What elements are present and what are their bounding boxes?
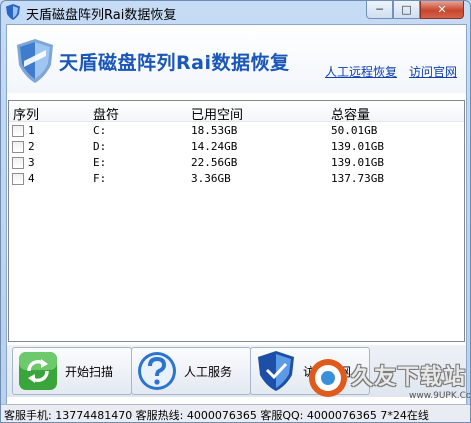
maximize-button[interactable]: □	[393, 1, 420, 19]
row-used: 3.36GB	[191, 172, 231, 185]
row-used: 14.24GB	[191, 140, 238, 153]
shield-icon	[6, 4, 20, 20]
disk-list[interactable]: 序列 盘符 已用空间 总容量 1 C: 18.53GB 50.01GB 2 D:…	[8, 100, 465, 342]
table-row[interactable]: 3 E: 22.56GB 139.01GB	[9, 155, 464, 171]
row-total: 137.73GB	[331, 172, 384, 185]
row-drive: E:	[93, 156, 107, 169]
column-header-total[interactable]: 总容量	[331, 104, 370, 123]
manual-service-label: 人工服务	[184, 365, 233, 379]
window-controls: ─ □ ✕	[366, 1, 464, 19]
official-site-link[interactable]: 访问官网	[409, 63, 457, 80]
row-total: 139.01GB	[331, 140, 384, 153]
title-bar[interactable]: 天盾磁盘阵列Rai数据恢复 ─ □ ✕	[1, 1, 470, 23]
row-total: 139.01GB	[331, 156, 384, 169]
minimize-button[interactable]: ─	[366, 1, 393, 19]
shield-logo-icon	[17, 39, 53, 83]
contact-info-text: 客服手机: 13774481470 客服热线: 4000076365 客服QQ:…	[4, 409, 429, 422]
row-used: 18.53GB	[191, 124, 238, 137]
row-checkbox[interactable]	[12, 157, 24, 169]
brand-title: 天盾磁盘阵列Rai数据恢复	[59, 52, 290, 74]
disk-list-header: 序列 盘符 已用空间 总容量	[9, 101, 464, 123]
row-drive: C:	[93, 124, 107, 137]
row-checkbox[interactable]	[12, 141, 24, 153]
row-drive: D:	[93, 140, 107, 153]
row-used: 22.56GB	[191, 156, 238, 169]
row-index: 2	[28, 140, 35, 153]
watermark-text: 久友下载站	[351, 365, 467, 390]
row-checkbox[interactable]	[12, 173, 24, 185]
row-drive: F:	[93, 172, 107, 185]
table-row[interactable]: 1 C: 18.53GB 50.01GB	[9, 123, 464, 139]
start-scan-button[interactable]: 开始扫描	[12, 347, 132, 395]
column-header-used[interactable]: 已用空间	[191, 104, 243, 123]
table-row[interactable]: 2 D: 14.24GB 139.01GB	[9, 139, 464, 155]
start-scan-label: 开始扫描	[65, 365, 114, 379]
column-header-index[interactable]: 序列	[13, 104, 39, 123]
site-watermark: 久友下载站 www.9UPK.Com	[299, 353, 471, 407]
table-row[interactable]: 4 F: 3.36GB 137.73GB	[9, 171, 464, 187]
manual-service-button[interactable]: 人工服务	[131, 347, 251, 395]
row-checkbox[interactable]	[12, 125, 24, 137]
shield-icon	[258, 351, 294, 391]
column-header-drive[interactable]: 盘符	[93, 104, 119, 123]
refresh-icon	[19, 352, 57, 390]
close-button[interactable]: ✕	[420, 1, 464, 19]
remote-recovery-link[interactable]: 人工远程恢复	[325, 63, 397, 80]
row-index: 4	[28, 172, 35, 185]
watermark-url: www.9UPK.Com	[409, 391, 471, 401]
row-total: 50.01GB	[331, 124, 378, 137]
app-header: 天盾磁盘阵列Rai数据恢复 人工远程恢复 访问官网	[7, 25, 466, 93]
watermark-logo-icon	[309, 359, 347, 397]
row-index: 1	[28, 124, 35, 137]
row-index: 3	[28, 156, 35, 169]
app-window: 天盾磁盘阵列Rai数据恢复 ─ □ ✕ 天盾磁盘阵列Rai数据恢复 人工远程恢复…	[0, 0, 471, 423]
help-icon	[138, 352, 176, 390]
window-title: 天盾磁盘阵列Rai数据恢复	[26, 8, 177, 23]
